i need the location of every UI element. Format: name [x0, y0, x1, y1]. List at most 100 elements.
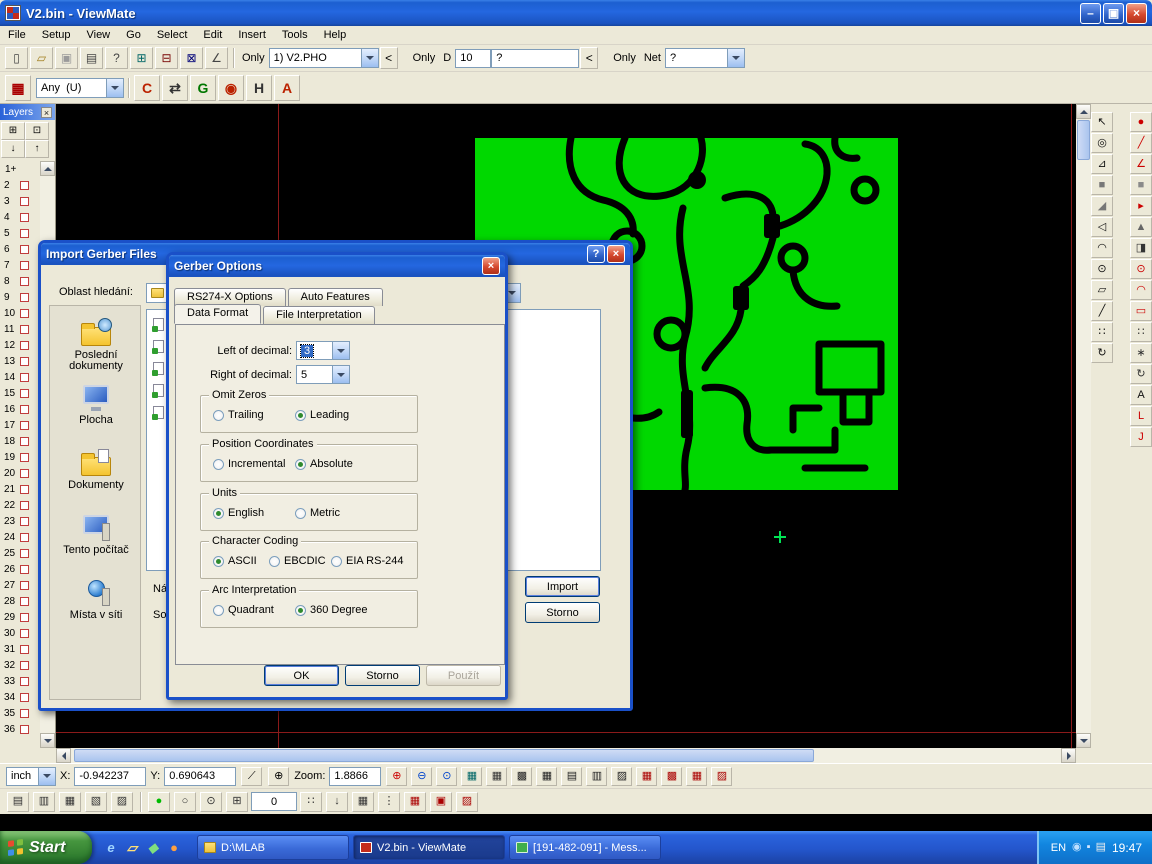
- layer-row[interactable]: 30: [0, 625, 40, 641]
- layer-row[interactable]: 19: [0, 449, 40, 465]
- menu-item[interactable]: Go: [118, 27, 149, 43]
- circle-aperture-icon[interactable]: C: [134, 75, 160, 101]
- anchor-icon[interactable]: ↓: [326, 792, 348, 812]
- layer-row[interactable]: 34: [0, 689, 40, 705]
- dots-icon[interactable]: ⋮: [378, 792, 400, 812]
- pattern-icon-2[interactable]: ▦: [536, 767, 557, 786]
- layer-color-swatch[interactable]: [20, 565, 29, 574]
- aperture-filter-combo[interactable]: Any (U): [36, 78, 124, 98]
- print-icon[interactable]: ▤: [80, 47, 103, 69]
- close-button[interactable]: ×: [482, 257, 500, 275]
- layer-color-swatch[interactable]: [20, 229, 29, 238]
- gerber-dialog-titlebar[interactable]: Gerber Options ×: [169, 255, 505, 277]
- restore-button[interactable]: ▣: [1103, 3, 1124, 24]
- circle-pad-tool-icon[interactable]: ⊙: [1130, 259, 1152, 279]
- line-tool-icon[interactable]: ╱: [1130, 133, 1152, 153]
- layer-row[interactable]: 4: [0, 209, 40, 225]
- layer-row[interactable]: 15: [0, 385, 40, 401]
- layer-color-swatch[interactable]: [20, 725, 29, 734]
- folder-quick-icon[interactable]: ▱: [123, 838, 141, 858]
- target-icon[interactable]: ◉: [218, 75, 244, 101]
- layer-row[interactable]: 23: [0, 513, 40, 529]
- menu-item[interactable]: Setup: [34, 27, 79, 43]
- gerber-file-icon[interactable]: [153, 406, 164, 419]
- place-item[interactable]: Dokumenty: [50, 448, 142, 491]
- corner-tool-icon[interactable]: ◢: [1091, 196, 1113, 216]
- only-file-label[interactable]: Only: [238, 52, 269, 64]
- open-folder-icon[interactable]: ▱: [30, 47, 53, 69]
- red-pattern-icon-2[interactable]: ▣: [430, 792, 452, 812]
- layer-color-swatch[interactable]: [20, 405, 29, 414]
- layer-color-swatch[interactable]: [20, 373, 29, 382]
- ie-icon[interactable]: e: [102, 838, 120, 858]
- layers-close-icon[interactable]: ×: [41, 107, 52, 118]
- layer-color-swatch[interactable]: [20, 533, 29, 542]
- radio-quadrant[interactable]: Quadrant: [213, 604, 274, 616]
- gerber-file-icon[interactable]: [153, 362, 164, 375]
- pan-h-icon[interactable]: H: [246, 75, 272, 101]
- grid-value-field[interactable]: 0: [251, 792, 297, 811]
- menu-item[interactable]: Tools: [274, 27, 316, 43]
- layer-row[interactable]: 35: [0, 705, 40, 721]
- text-l-tool-icon[interactable]: L: [1130, 406, 1152, 426]
- place-item[interactable]: Plocha: [50, 383, 142, 426]
- layer-row[interactable]: 24: [0, 529, 40, 545]
- layer-row[interactable]: 16: [0, 401, 40, 417]
- text-j-tool-icon[interactable]: J: [1130, 427, 1152, 447]
- array-tool-icon[interactable]: ∷: [1091, 322, 1113, 342]
- dcode-table-icon[interactable]: ⊟: [155, 47, 178, 69]
- layer-color-swatch[interactable]: [20, 453, 29, 462]
- radio-english[interactable]: English: [213, 507, 264, 519]
- scroll-left-icon[interactable]: [56, 748, 71, 763]
- layer-color-swatch[interactable]: [20, 501, 29, 510]
- layer-color-swatch[interactable]: [20, 309, 29, 318]
- radio-leading[interactable]: Leading: [295, 409, 349, 421]
- film-settings-icon[interactable]: ⊠: [180, 47, 203, 69]
- status-led-icon[interactable]: ●: [148, 792, 170, 812]
- only-net-label[interactable]: Only: [609, 52, 640, 64]
- text-a2-tool-icon[interactable]: A: [1130, 385, 1152, 405]
- layer-row-active[interactable]: 1+: [0, 161, 40, 177]
- layer-color-swatch[interactable]: [20, 581, 29, 590]
- cancel-button[interactable]: Storno: [525, 602, 600, 623]
- layer-colors-icon[interactable]: ⊡: [25, 122, 49, 140]
- gerber-file-icon[interactable]: [153, 318, 164, 331]
- layer-row[interactable]: 8: [0, 273, 40, 289]
- layer-color-swatch[interactable]: [20, 421, 29, 430]
- red-dot-tool-icon[interactable]: ●: [1130, 112, 1152, 132]
- hscroll-thumb[interactable]: [74, 749, 814, 762]
- layer-row[interactable]: 29: [0, 609, 40, 625]
- layer-color-swatch[interactable]: [20, 613, 29, 622]
- place-item[interactable]: Tento počítač: [50, 513, 142, 556]
- layer-row[interactable]: 9: [0, 289, 40, 305]
- browser-quick-icon[interactable]: ●: [165, 838, 183, 858]
- tab-auto-features[interactable]: Auto Features: [288, 288, 383, 306]
- layer-row[interactable]: 14: [0, 369, 40, 385]
- d-query-field[interactable]: ?: [491, 49, 579, 68]
- only-d-label[interactable]: Only: [409, 52, 440, 64]
- radio-metric[interactable]: Metric: [295, 507, 340, 519]
- explorer-quick-icon[interactable]: ◆: [144, 838, 162, 858]
- scroll-down-icon[interactable]: [40, 733, 55, 748]
- layer-down-icon[interactable]: ↓: [1, 140, 25, 158]
- window-titlebar[interactable]: V2.bin - ViewMate – ▣ ×: [0, 0, 1152, 26]
- taskbar-task-button[interactable]: [191-482-091] - Mess...: [509, 835, 661, 860]
- scroll-up-icon[interactable]: [1076, 104, 1091, 119]
- layer-color-swatch[interactable]: [20, 389, 29, 398]
- pattern-icon-3[interactable]: ▤: [561, 767, 582, 786]
- triangle-measure-tool-icon[interactable]: ⊿: [1091, 154, 1113, 174]
- help-button[interactable]: ?: [587, 245, 605, 263]
- combo-dropdown-icon[interactable]: [106, 79, 123, 97]
- lasso-icon[interactable]: ○: [174, 792, 196, 812]
- ok-button[interactable]: OK: [264, 665, 339, 686]
- layer-row[interactable]: 7: [0, 257, 40, 273]
- vscroll-thumb[interactable]: [1077, 120, 1090, 160]
- star-tool-icon[interactable]: ∗: [1130, 343, 1152, 363]
- radio-360-degree[interactable]: 360 Degree: [295, 604, 368, 616]
- layer-color-swatch[interactable]: [20, 341, 29, 350]
- layer-color-swatch[interactable]: [20, 677, 29, 686]
- layer-color-swatch[interactable]: [20, 597, 29, 606]
- radio-ascii[interactable]: ASCII: [213, 555, 257, 567]
- layer-row[interactable]: 12: [0, 337, 40, 353]
- layer-color-swatch[interactable]: [20, 629, 29, 638]
